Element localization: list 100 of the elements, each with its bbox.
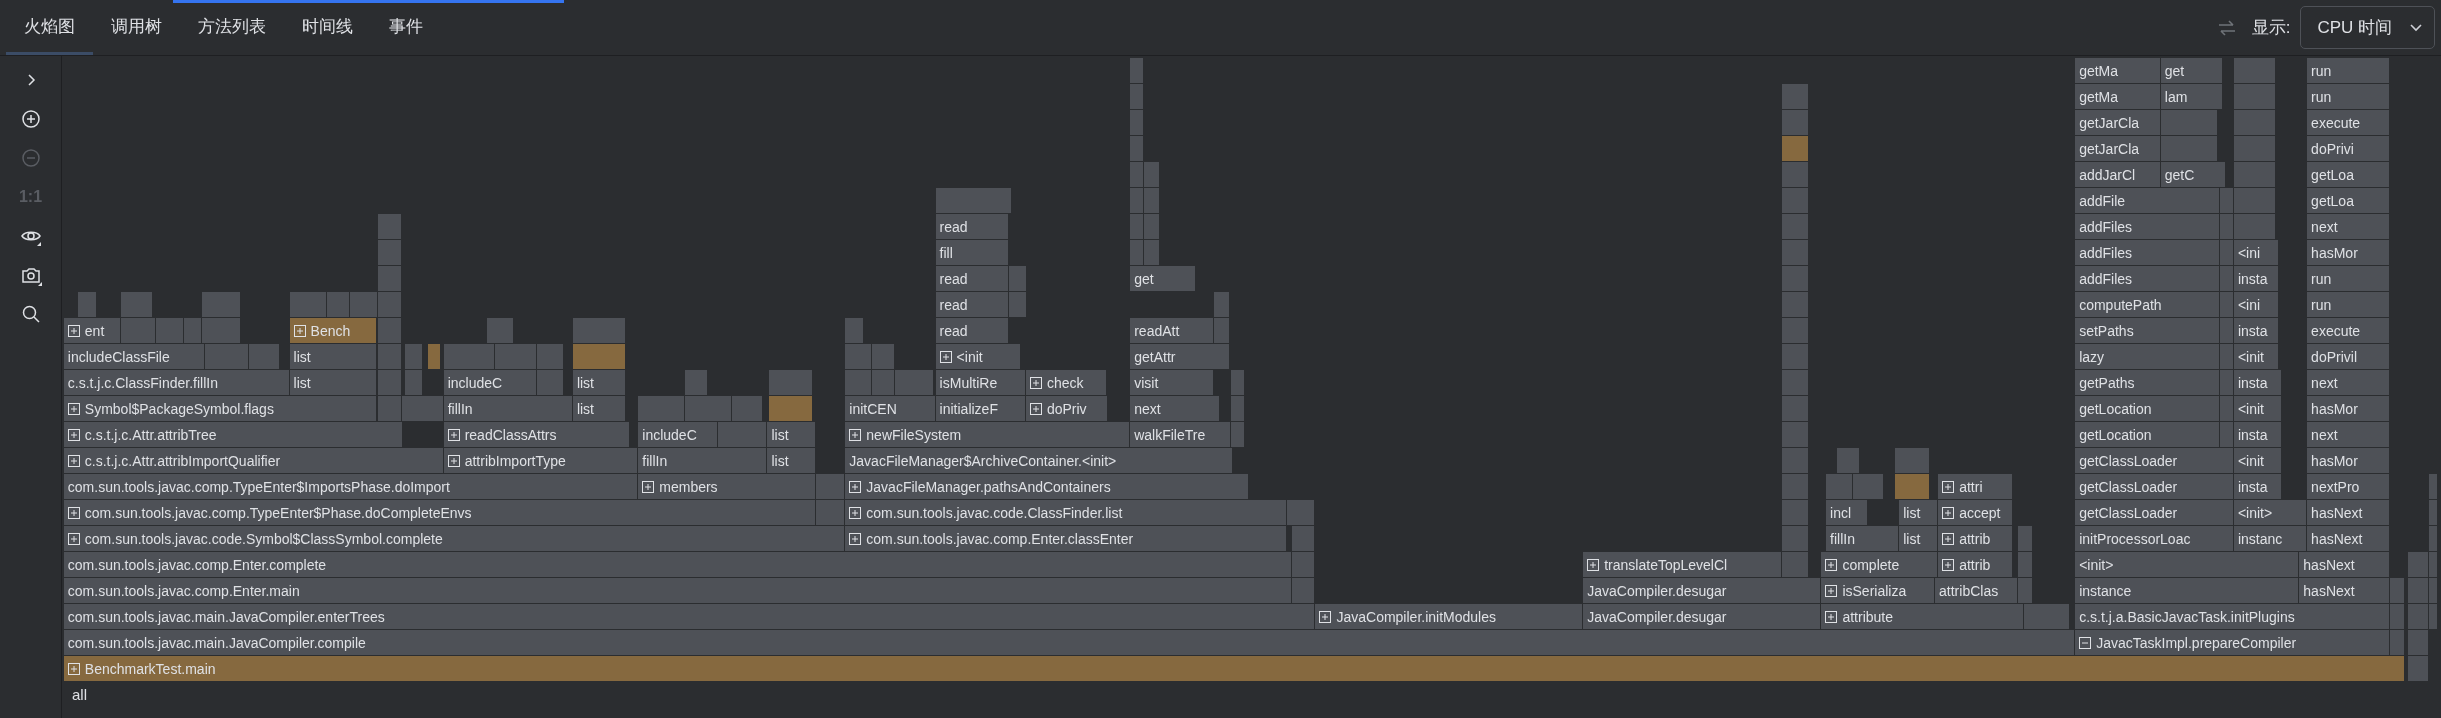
flame-frame[interactable]: hasMor (2307, 396, 2389, 421)
flame-frame[interactable]: com.sun.tools.javac.main.JavaCompiler.enterTrees (63, 604, 1315, 629)
flame-frame[interactable]: setPaths (2075, 318, 2219, 343)
flame-frame[interactable]: <ini (2233, 292, 2279, 317)
flame-frame[interactable]: addJarCl (2075, 162, 2160, 187)
flame-frame[interactable]: attri (1938, 474, 2012, 499)
flame-frame[interactable]: <init (2233, 448, 2282, 473)
flame-frame[interactable]: getC (2160, 162, 2226, 187)
expand-icon[interactable] (293, 324, 306, 337)
flame-frame[interactable] (684, 370, 708, 395)
flame-frame[interactable]: c.s.t.j.c.Attr.attribImportQualifier (63, 448, 443, 473)
flame-frame[interactable] (1130, 84, 1144, 109)
expand-icon[interactable] (1825, 558, 1838, 571)
flame-frame[interactable]: c.s.t.j.c.ClassFinder.fillIn (63, 370, 289, 395)
flame-frame[interactable]: fillIn (638, 448, 767, 473)
flame-frame[interactable] (2160, 136, 2218, 161)
flame-frame[interactable]: next (1130, 396, 1220, 421)
flame-frame[interactable] (1836, 448, 1860, 473)
flame-frame[interactable]: initProcessorLoac (2075, 526, 2233, 551)
flame-frame[interactable]: getLoa (2307, 162, 2389, 187)
flame-frame[interactable]: fillIn (443, 396, 572, 421)
expand-icon[interactable] (67, 428, 80, 441)
flame-frame[interactable]: JavaCompiler.desugar (1583, 578, 1821, 603)
flame-frame[interactable] (289, 292, 326, 317)
flame-frame[interactable] (77, 292, 96, 317)
flame-frame[interactable]: get (1130, 266, 1195, 291)
flame-frame[interactable]: read (935, 266, 1008, 291)
flame-frame[interactable]: doPrivi (2307, 136, 2389, 161)
flame-frame[interactable]: insta (2233, 266, 2279, 291)
flame-frame[interactable]: readAtt (1130, 318, 1214, 343)
flame-frame[interactable]: insta (2233, 474, 2282, 499)
expand-icon[interactable] (447, 454, 460, 467)
flame-frame[interactable]: walkFileTre (1130, 422, 1231, 447)
flame-frame[interactable]: complete (1821, 552, 1938, 577)
flame-frame[interactable]: getClassLoader (2075, 474, 2233, 499)
flame-frame[interactable]: run (2307, 266, 2389, 291)
expand-icon[interactable] (67, 662, 80, 675)
flame-frame[interactable]: hasNext (2299, 552, 2389, 577)
flame-frame[interactable] (495, 344, 537, 369)
flame-frame[interactable]: doPriv (1025, 396, 1108, 421)
flame-frame[interactable] (871, 344, 895, 369)
flame-frame[interactable]: <init (2233, 396, 2282, 421)
expand-icon[interactable] (1029, 402, 1042, 415)
flame-frame[interactable]: getClassLoader (2075, 448, 2233, 473)
flame-frame[interactable] (2219, 370, 2233, 395)
flame-frame[interactable] (2428, 526, 2437, 551)
flame-frame[interactable]: com.sun.tools.javac.comp.TypeEnter$Phase.doCompleteEnvs (63, 500, 815, 525)
flame-frame[interactable] (1287, 500, 1315, 525)
flame-frame[interactable]: getMa (2075, 84, 2160, 109)
flame-frame[interactable] (1292, 578, 1315, 603)
flame-frame[interactable]: hasNext (2307, 500, 2389, 525)
expand-icon[interactable] (849, 532, 862, 545)
flame-frame[interactable] (249, 344, 280, 369)
flame-frame[interactable] (1292, 552, 1315, 577)
tab[interactable]: 火焰图 (6, 0, 93, 55)
flame-frame[interactable] (2233, 58, 2275, 83)
flame-frame[interactable]: includeC (443, 370, 537, 395)
flame-frame[interactable] (2428, 500, 2437, 525)
flame-frame[interactable] (1130, 214, 1144, 239)
flame-frame[interactable]: attrib (1938, 526, 2012, 551)
expand-icon[interactable] (67, 324, 80, 337)
flame-frame[interactable] (1292, 526, 1315, 551)
flame-frame[interactable] (2233, 188, 2275, 213)
flame-frame[interactable]: computePath (2075, 292, 2219, 317)
flame-frame[interactable]: isSerializa (1821, 578, 1935, 603)
tab[interactable]: 调用树 (93, 0, 180, 55)
flame-frame[interactable]: ent (63, 318, 121, 343)
flame-frame[interactable] (2160, 110, 2218, 135)
flame-frame[interactable]: list (289, 370, 376, 395)
flame-frame[interactable] (2219, 292, 2233, 317)
flame-frame[interactable]: <ini (2233, 240, 2279, 265)
flame-frame[interactable]: com.sun.tools.javac.code.ClassFinder.list (845, 500, 1287, 525)
flame-frame[interactable]: next (2307, 214, 2389, 239)
flame-frame[interactable]: lam (2160, 84, 2223, 109)
display-select[interactable]: CPU 时间 (2300, 6, 2435, 49)
flame-frame[interactable] (2428, 578, 2437, 603)
flame-frame[interactable] (205, 344, 249, 369)
flame-frame[interactable]: newFileSystem (845, 422, 1130, 447)
flame-frame[interactable] (731, 396, 762, 421)
expand-icon[interactable] (642, 480, 655, 493)
flame-frame[interactable] (2023, 604, 2070, 629)
flame-frame[interactable]: JavacFileManager.pathsAndContainers (845, 474, 1248, 499)
zoom-in-icon[interactable] (19, 108, 42, 130)
flame-frame[interactable]: addFiles (2075, 240, 2219, 265)
flame-frame[interactable] (326, 292, 350, 317)
flame-frame[interactable]: read (935, 318, 1008, 343)
flame-frame[interactable]: JavacTaskImpl.prepareCompiler (2075, 630, 2389, 655)
flame-frame[interactable]: <init (935, 344, 1021, 369)
flame-frame[interactable]: read (935, 292, 1008, 317)
expand-icon[interactable] (1587, 558, 1600, 571)
flame-frame[interactable] (1231, 422, 1245, 447)
collapse-icon[interactable] (2079, 636, 2092, 649)
flame-frame[interactable] (183, 318, 202, 343)
expand-icon[interactable] (939, 350, 952, 363)
flame-frame[interactable]: instanc (2233, 526, 2307, 551)
flame-frame[interactable] (2219, 318, 2233, 343)
flame-frame[interactable]: readClassAttrs (443, 422, 630, 447)
flame-frame[interactable] (443, 344, 495, 369)
flame-frame[interactable] (1894, 448, 1930, 473)
flame-frame[interactable]: addFile (2075, 188, 2219, 213)
